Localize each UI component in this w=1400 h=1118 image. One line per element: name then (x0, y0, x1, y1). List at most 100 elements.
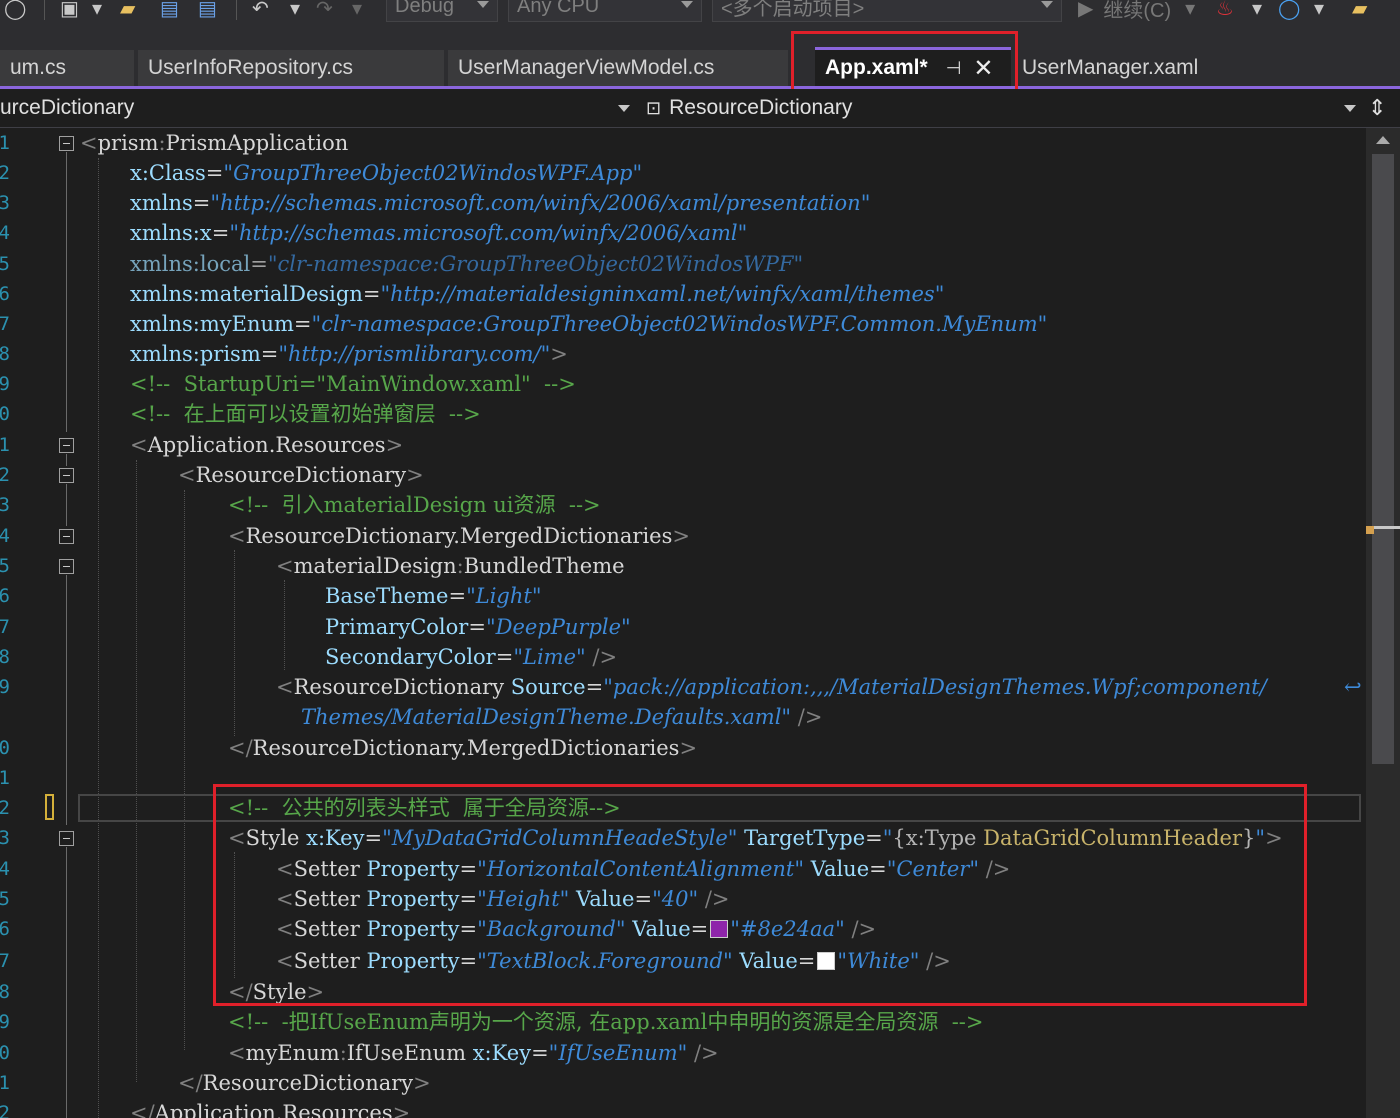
word-wrap-icon: ↩ (1344, 675, 1362, 699)
collapse-icon[interactable] (59, 831, 74, 846)
startup-project-select[interactable]: <多个启动项目> (712, 0, 1062, 22)
indent-guide (136, 460, 137, 1082)
collapse-icon[interactable] (59, 468, 74, 483)
line-number: 2 (0, 464, 10, 486)
refresh-dropdown-icon[interactable]: ▾ (1314, 0, 1324, 24)
color-swatch-white[interactable] (817, 952, 836, 970)
configuration-select[interactable]: Debug (386, 0, 498, 22)
continue-dropdown-icon: ▾ (1185, 0, 1196, 20)
code-editor[interactable]: 1 2 3 4 5 6 7 8 9 0 1 2 3 4 5 6 7 8 9 0 1 2 3 4 5 6 7 8 9 0 1 2 <prism:… (0, 128, 1366, 1118)
split-window-icon[interactable]: ⇕ (1368, 93, 1386, 123)
code-line-11: <Application.Resources> (130, 433, 404, 457)
undo-icon[interactable]: ↶ (252, 0, 269, 24)
code-line-19: <ResourceDictionary Source="pack://appli… (276, 675, 1267, 699)
tab-label: um.cs (10, 56, 67, 79)
line-number: 7 (0, 313, 10, 335)
refresh-circle-icon[interactable]: ◯ (1278, 0, 1300, 24)
tab-userinforepository-cs[interactable]: UserInfoRepository.cs (138, 50, 444, 86)
line-number: 5 (0, 555, 10, 577)
vertical-scrollbar[interactable] (1366, 128, 1400, 1118)
continue-button[interactable]: ▶ 继续(C) ▾ (1078, 0, 1195, 24)
line-number: 2 (0, 162, 10, 184)
chevron-down-icon (681, 1, 693, 8)
toolbar-separator (44, 0, 45, 20)
collapse-icon[interactable] (59, 136, 74, 151)
line-number: 1 (0, 767, 10, 789)
line-number: 4 (0, 222, 10, 244)
close-icon[interactable]: ✕ (973, 54, 993, 83)
change-position-marker (1366, 526, 1374, 534)
fold-line (66, 484, 67, 526)
fold-line (66, 152, 67, 432)
collapse-icon[interactable] (59, 559, 74, 574)
line-number: 4 (0, 525, 10, 547)
indent-guide (184, 490, 185, 1050)
line-number: 7 (0, 616, 10, 638)
hot-reload-icon[interactable]: ♨ (1216, 0, 1234, 24)
code-line-31: </ResourceDictionary> (178, 1071, 431, 1095)
line-number: 2 (0, 797, 10, 819)
member-navigation-dropdown[interactable]: ⊡ ResourceDictionary (646, 93, 1362, 123)
tab-um-cs[interactable]: um.cs (0, 50, 134, 86)
chevron-down-icon (1041, 1, 1053, 8)
scroll-up-icon[interactable] (1376, 136, 1390, 144)
code-line-13: <!-- 引入materialDesign ui资源 --> (228, 493, 601, 517)
toolbar-separator (236, 0, 237, 20)
change-marker (45, 794, 54, 820)
open-folder-icon[interactable]: ▰ (120, 0, 135, 24)
code-line-22: <!-- 公共的列表头样式 属于全局资源--> (228, 796, 621, 820)
color-swatch-purple[interactable] (710, 920, 729, 938)
save-icon[interactable]: ▤ (160, 0, 179, 24)
line-number: 5 (0, 253, 10, 275)
tab-usermanager-xaml[interactable]: UserManager.xaml (1012, 50, 1292, 86)
redo-dropdown-icon[interactable]: ▾ (352, 0, 362, 24)
line-number: 0 (0, 403, 10, 425)
line-number: 8 (0, 981, 10, 1003)
configuration-value: Debug (395, 0, 454, 17)
line-number: 8 (0, 646, 10, 668)
platform-select[interactable]: Any CPU (508, 0, 702, 22)
line-number: 2 (0, 1102, 10, 1118)
play-icon: ▶ (1078, 0, 1094, 20)
code-line-8: xmlns:prism="http://prismlibrary.com/"> (130, 342, 568, 366)
new-item-icon[interactable]: ▣ (60, 0, 79, 24)
code-line-26: <Setter Property="Background" Value= "#8e… (276, 917, 877, 941)
tab-label: UserManager.xaml (1022, 56, 1199, 79)
save-all-icon[interactable]: ▤ (198, 0, 217, 24)
document-tab-bar: um.cs UserInfoRepository.cs UserManagerV… (0, 40, 1400, 120)
code-line-25: <Setter Property="Height" Value="40" /> (276, 887, 730, 911)
line-number: 9 (0, 676, 10, 698)
indent-guide (284, 580, 285, 670)
code-line-20: </ResourceDictionary.MergedDictionaries> (228, 736, 698, 760)
redo-icon[interactable]: ↷ (316, 0, 333, 24)
line-number: 1 (0, 1072, 10, 1094)
back-circle-icon[interactable]: ◯ (4, 0, 26, 24)
line-number: 0 (0, 737, 10, 759)
tab-label: App.xaml* (825, 56, 928, 79)
code-line-15: <materialDesign:BundledTheme (276, 554, 625, 578)
pin-icon[interactable]: ⊣ (946, 58, 962, 79)
find-in-files-icon[interactable]: ▰ (1352, 0, 1367, 24)
fold-line (66, 847, 67, 1118)
line-number: 7 (0, 950, 10, 972)
element-icon: ⊡ (646, 97, 662, 118)
scrollbar-thumb[interactable] (1372, 154, 1394, 764)
type-navigation-dropdown[interactable]: urceDictionary (0, 93, 636, 123)
undo-dropdown-icon[interactable]: ▾ (290, 0, 300, 24)
code-line-12: <ResourceDictionary> (178, 463, 424, 487)
line-number: 1 (0, 434, 10, 456)
line-number: 6 (0, 918, 10, 940)
tab-usermanagerviewmodel-cs[interactable]: UserManagerViewModel.cs (448, 50, 788, 86)
code-line-18: SecondaryColor="Lime" /> (325, 645, 618, 669)
code-line-16: BaseTheme="Light" (325, 584, 542, 608)
code-line-3: xmlns="http://schemas.microsoft.com/winf… (130, 191, 871, 215)
collapse-icon[interactable] (59, 529, 74, 544)
line-number: 6 (0, 283, 10, 305)
platform-value: Any CPU (517, 0, 600, 17)
line-number: 6 (0, 585, 10, 607)
collapse-icon[interactable] (59, 438, 74, 453)
code-line-27: <Setter Property="TextBlock.Foreground" … (276, 949, 951, 973)
tab-app-xaml[interactable]: App.xaml* ⊣ ✕ (815, 47, 1011, 86)
dropdown-arrow-icon[interactable]: ▾ (92, 0, 102, 24)
hot-reload-dropdown-icon[interactable]: ▾ (1252, 0, 1262, 24)
